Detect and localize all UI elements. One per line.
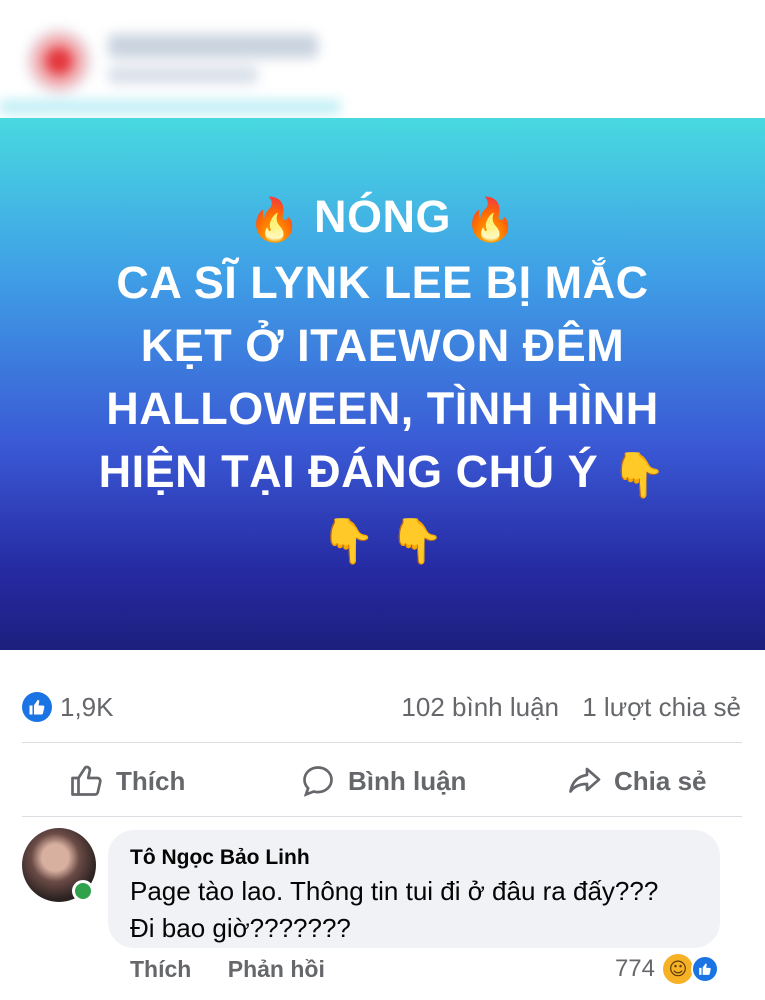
post-actions: Thích Bình luận Chia sẻ [0, 745, 765, 817]
headline-line-2: CA SĨ LYNK LEE BỊ MẮC [116, 257, 649, 309]
divider [22, 742, 742, 743]
comment-button-label: Bình luận [348, 765, 467, 796]
thumbs-up-icon[interactable] [22, 692, 52, 722]
post-image[interactable]: 🔥 NÓNG 🔥 CA SĨ LYNK LEE BỊ MẮC KẸT Ở ITA… [0, 118, 765, 650]
comment-text-line-2: Đi bao giờ??????? [130, 913, 351, 943]
headline-hot-label: NÓNG [314, 190, 451, 242]
post-meta-blurred [108, 66, 258, 84]
share-button[interactable]: Chia sẻ [566, 745, 707, 817]
share-arrow-icon [569, 767, 601, 793]
thumbs-up-outline-icon [71, 765, 102, 796]
laughing-face-icon: ☺ [663, 954, 693, 984]
speech-bubble-icon [303, 766, 333, 797]
headline-line-1: 🔥 NÓNG 🔥 [248, 185, 517, 252]
pointing-down-icon: 👇 [320, 516, 376, 568]
share-button-label: Chia sẻ [614, 765, 707, 796]
comment-button[interactable]: Bình luận [300, 745, 466, 817]
comment-like-button[interactable]: Thích [130, 956, 191, 982]
engagement-counts: 102 bình luận 1 lượt chia sẻ [401, 692, 741, 722]
page-avatar[interactable] [26, 28, 92, 94]
headline-line-5-text: HIỆN TẠI ĐÁNG CHÚ Ý [98, 446, 599, 498]
like-button-label: Thích [116, 765, 186, 796]
headline-line-5: HIỆN TẠI ĐÁNG CHÚ Ý 👇 [99, 440, 667, 507]
blurred-page-info [0, 14, 340, 114]
fire-icon: 🔥 [464, 195, 517, 245]
reaction-stats: 1,9K 102 bình luận 1 lượt chia sẻ [0, 680, 765, 736]
comment-reaction-count: 774 [614, 955, 655, 982]
share-count[interactable]: 1 lượt chia sẻ [582, 692, 741, 722]
comment-count[interactable]: 102 bình luận [401, 692, 559, 722]
comment-author[interactable]: Tô Ngọc Bảo Linh [130, 844, 698, 872]
headline-line-3: KẸT Ở ITAEWON ĐÊM [140, 320, 625, 372]
like-button[interactable]: Thích [68, 745, 185, 817]
pointing-down-icon: 👇 [389, 516, 445, 568]
divider [22, 816, 742, 817]
post-header [0, 0, 765, 118]
reaction-count[interactable]: 1,9K [60, 692, 114, 722]
comment-reactions[interactable]: 774 ☺ [615, 954, 719, 984]
fire-icon: 🔥 [248, 195, 301, 245]
headline-line-6: 👇 👇 [321, 507, 445, 574]
online-status-indicator [72, 880, 94, 902]
comment-actions: Thích Phản hồi [130, 956, 325, 983]
comment-bubble[interactable]: Tô Ngọc Bảo Linh Page tào lao. Thông tin… [108, 830, 720, 948]
blurred-strip [0, 100, 340, 114]
comment-reply-button[interactable]: Phản hồi [228, 956, 325, 982]
page-name-blurred [108, 34, 318, 58]
comment-text-line-1: Page tào lao. Thông tin tui đi ở đâu ra … [130, 876, 659, 906]
headline-line-4: HALLOWEEN, TÌNH HÌNH [106, 383, 659, 435]
thumbs-up-icon [691, 955, 719, 983]
pointing-down-icon: 👇 [611, 449, 667, 501]
